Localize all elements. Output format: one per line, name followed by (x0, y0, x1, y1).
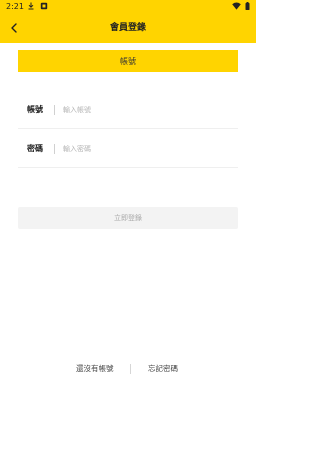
status-left-icons (27, 2, 48, 10)
password-divider (54, 143, 55, 154)
forgot-password-link[interactable]: 忘記密碼 (148, 362, 178, 376)
tab-account-login[interactable]: 帳號 (18, 50, 238, 72)
battery-icon (245, 2, 250, 10)
password-label: 密碼 (27, 144, 43, 153)
app-header: 會員登錄 (0, 13, 256, 43)
register-link[interactable]: 還沒有帳號 (76, 362, 114, 376)
status-time: 2:21 (6, 2, 24, 11)
bottom-links: 還沒有帳號 忘記密碼 (0, 362, 256, 376)
notification-box-icon (40, 2, 48, 10)
page-title: 會員登錄 (109, 23, 146, 33)
account-label: 帳號 (27, 105, 43, 114)
tab-account-label: 帳號 (120, 56, 136, 66)
account-divider (54, 104, 55, 115)
account-field-row: 帳號 (18, 91, 238, 129)
wifi-icon (232, 2, 241, 10)
status-bar: 2:21 (0, 0, 256, 13)
download-icon (28, 2, 34, 10)
password-field-row: 密碼 (18, 130, 238, 168)
password-input[interactable] (63, 138, 238, 159)
links-divider (130, 364, 131, 374)
login-button[interactable]: 立即登錄 (18, 207, 238, 229)
status-right-icons (232, 2, 250, 10)
account-input[interactable] (63, 99, 238, 120)
